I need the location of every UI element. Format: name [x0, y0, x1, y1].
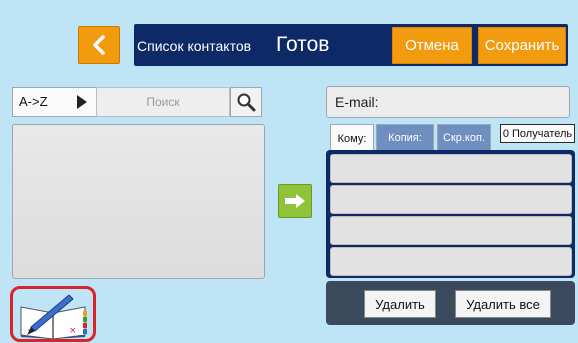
- delete-all-button[interactable]: Удалить все: [455, 290, 551, 318]
- recipient-row[interactable]: [330, 216, 572, 245]
- save-button[interactable]: Сохранить: [478, 27, 566, 64]
- contact-list[interactable]: [12, 124, 265, 279]
- address-book-button[interactable]: + ×: [10, 286, 96, 342]
- search-button[interactable]: [230, 87, 262, 117]
- cancel-button[interactable]: Отмена: [392, 27, 472, 64]
- recipient-row[interactable]: [330, 247, 572, 276]
- back-button[interactable]: [78, 26, 120, 64]
- play-arrow-icon: [77, 95, 87, 109]
- recipient-row[interactable]: [330, 154, 572, 183]
- tab-cc[interactable]: Копия:: [376, 124, 434, 151]
- search-input[interactable]: [96, 87, 230, 117]
- svg-text:×: ×: [69, 326, 77, 336]
- sort-label: A->Z: [19, 94, 48, 109]
- chevron-left-icon: [93, 35, 105, 55]
- tab-to[interactable]: Кому:: [330, 124, 374, 152]
- tab-bcc[interactable]: Скр.коп.: [437, 124, 491, 151]
- recipient-count-badge: 0 Получатель: [500, 124, 575, 143]
- recipient-list: [326, 150, 575, 278]
- arrow-right-icon: [285, 194, 305, 208]
- recipient-row[interactable]: [330, 185, 572, 214]
- address-book-icon: + ×: [20, 294, 87, 340]
- add-recipient-button[interactable]: [278, 184, 312, 218]
- delete-button[interactable]: Удалить: [364, 290, 436, 318]
- email-field[interactable]: [326, 86, 570, 118]
- page-title: Список контактов: [137, 38, 252, 54]
- search-icon: [237, 93, 256, 112]
- status-text: Готов: [276, 33, 330, 56]
